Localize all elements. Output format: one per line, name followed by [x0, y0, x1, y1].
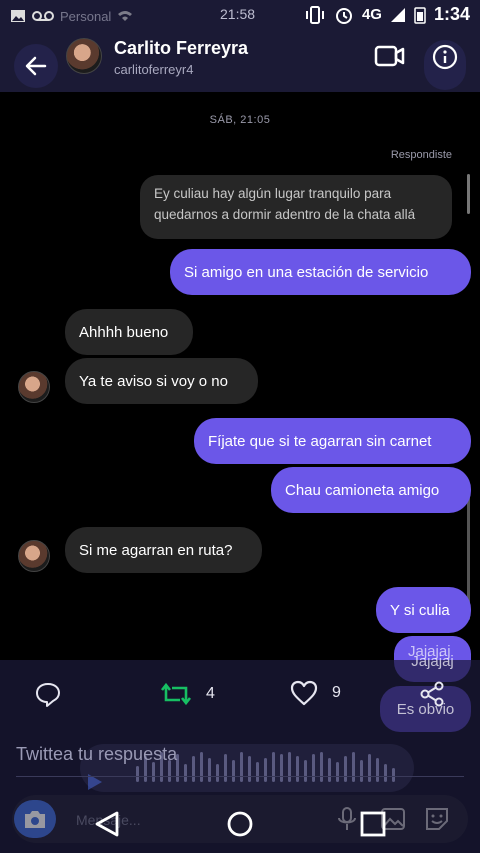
message-bubble[interactable]: Si me agarran en ruta?: [65, 527, 262, 573]
tweet-actions: 4 9: [0, 672, 480, 716]
system-navigation-bar: [0, 795, 480, 853]
image-icon: [11, 10, 25, 22]
back-arrow-icon: [25, 56, 47, 76]
contact-username[interactable]: carlitoferreyr4: [114, 62, 193, 77]
message-bubble[interactable]: Ahhhh bueno: [65, 309, 193, 355]
video-call-button[interactable]: [374, 42, 406, 70]
message-list[interactable]: SÁB, 21:05 Respondiste Ey culiau hay alg…: [0, 92, 480, 666]
reply-action[interactable]: [34, 680, 62, 708]
retweet-action[interactable]: 4: [160, 680, 215, 708]
message-bubble[interactable]: Y si culia: [376, 587, 471, 633]
message-bubble[interactable]: Chau camioneta amigo: [271, 467, 471, 513]
message-bubble[interactable]: Si amigo en una estación de servicio: [170, 249, 471, 295]
quoted-message[interactable]: Ey culiau hay algún lugar tranquilo para…: [140, 175, 452, 239]
like-action[interactable]: 9: [290, 680, 341, 706]
signal-icon: [390, 7, 405, 22]
chat-header: Carlito Ferreyra carlitoferreyr4: [0, 32, 480, 92]
avatar[interactable]: [18, 540, 50, 572]
battery-icon: [414, 6, 426, 24]
info-button[interactable]: [424, 40, 466, 90]
status-center-time: 21:58: [220, 6, 256, 22]
retweet-count: 4: [206, 685, 215, 702]
like-count: 9: [332, 684, 341, 701]
vibrate-icon: [305, 5, 324, 24]
clock: 1:34: [433, 4, 470, 24]
network-type: 4G: [361, 6, 382, 23]
avatar[interactable]: [66, 38, 102, 74]
reply-prompt[interactable]: Twittea tu respuesta: [16, 744, 177, 765]
contact-name[interactable]: Carlito Ferreyra: [114, 38, 248, 59]
divider: [16, 776, 464, 777]
nav-recents-icon[interactable]: [360, 811, 386, 837]
play-icon: [88, 774, 102, 790]
share-icon: [420, 681, 444, 707]
status-bar: Personal 21:58 4G 1:34: [0, 0, 480, 32]
nav-home-icon[interactable]: [226, 810, 254, 838]
replied-label: Respondiste: [390, 149, 452, 161]
nav-back-icon[interactable]: [93, 810, 121, 838]
voicemail-icon: [32, 11, 54, 21]
video-camera-icon: [374, 45, 405, 67]
date-separator: SÁB, 21:05: [209, 114, 271, 126]
heart-icon: [290, 680, 318, 706]
carrier-name: Personal: [60, 8, 112, 24]
message-bubble[interactable]: Ya te aviso si voy o no: [65, 358, 258, 404]
back-button[interactable]: [14, 44, 58, 88]
comment-icon: [36, 683, 60, 707]
info-icon: [432, 44, 458, 70]
message-bubble[interactable]: Fíjate que si te agarran sin carnet: [194, 418, 471, 464]
wifi-icon: [118, 11, 133, 21]
scrollbar-thumb[interactable]: [467, 174, 470, 214]
share-action[interactable]: [418, 680, 446, 708]
avatar[interactable]: [18, 371, 50, 403]
alarm-icon: [335, 7, 352, 24]
retweet-icon: [160, 682, 192, 706]
